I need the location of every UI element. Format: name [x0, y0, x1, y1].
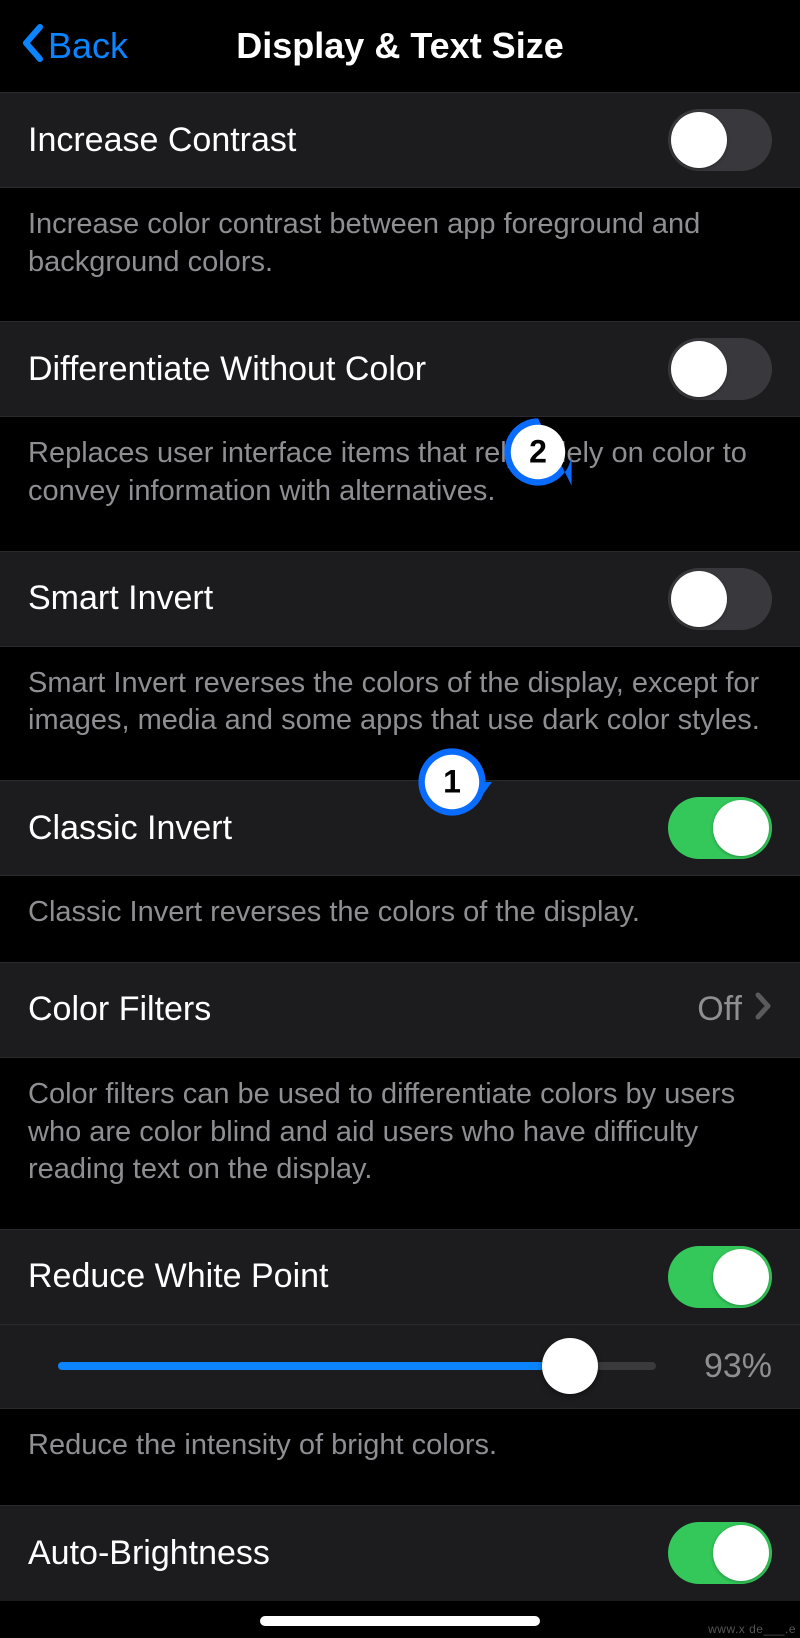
footer-increase-contrast: Increase color contrast between app fore… [0, 188, 800, 321]
white-point-percent: 93% [682, 1347, 772, 1386]
toggle-knob [671, 571, 727, 627]
color-filters-value: Off [697, 990, 742, 1029]
white-point-slider[interactable] [58, 1362, 656, 1370]
row-color-filters[interactable]: Color Filters Off [0, 962, 800, 1058]
chevron-left-icon [20, 23, 44, 70]
footer-color-filters: Color filters can be used to differentia… [0, 1058, 800, 1229]
toggle-knob [713, 1249, 769, 1305]
row-auto-brightness[interactable]: Auto-Brightness [0, 1505, 800, 1601]
row-label: Smart Invert [28, 579, 213, 618]
row-reduce-white-point[interactable]: Reduce White Point [0, 1229, 800, 1325]
row-label: Color Filters [28, 990, 211, 1029]
toggle-reduce-white-point[interactable] [668, 1246, 772, 1308]
footer-diff-without-color: Replaces user interface items that rely … [0, 417, 800, 550]
row-label: Increase Contrast [28, 121, 296, 160]
row-diff-without-color[interactable]: Differentiate Without Color [0, 321, 800, 417]
row-label: Auto-Brightness [28, 1534, 270, 1573]
toggle-knob [671, 112, 727, 168]
watermark: www.x de___.e [708, 1622, 796, 1636]
settings-screen: Back Display & Text Size Increase Contra… [0, 0, 800, 1638]
toggle-diff-without-color[interactable] [668, 338, 772, 400]
row-classic-invert[interactable]: Classic Invert [0, 780, 800, 876]
slider-thumb[interactable] [542, 1338, 598, 1394]
toggle-knob [713, 800, 769, 856]
page-title: Display & Text Size [236, 25, 563, 67]
toggle-smart-invert[interactable] [668, 568, 772, 630]
toggle-knob [671, 341, 727, 397]
row-label: Classic Invert [28, 809, 232, 848]
footer-smart-invert: Smart Invert reverses the colors of the … [0, 647, 800, 780]
row-label: Differentiate Without Color [28, 350, 426, 389]
slider-row-white-point: 93% [0, 1325, 800, 1409]
back-label: Back [48, 25, 128, 67]
toggle-auto-brightness[interactable] [668, 1522, 772, 1584]
toggle-increase-contrast[interactable] [668, 109, 772, 171]
slider-fill [58, 1362, 570, 1370]
footer-classic-invert: Classic Invert reverses the colors of th… [0, 876, 800, 962]
row-smart-invert[interactable]: Smart Invert [0, 551, 800, 647]
toggle-knob [713, 1525, 769, 1581]
navbar: Back Display & Text Size [0, 0, 800, 92]
row-label: Reduce White Point [28, 1257, 329, 1296]
footer-reduce-white-point: Reduce the intensity of bright colors. [0, 1409, 800, 1505]
toggle-classic-invert[interactable] [668, 797, 772, 859]
row-value: Off [697, 988, 772, 1031]
home-indicator[interactable] [260, 1616, 540, 1626]
chevron-right-icon [754, 988, 772, 1031]
row-increase-contrast[interactable]: Increase Contrast [0, 92, 800, 188]
back-button[interactable]: Back [20, 23, 128, 70]
